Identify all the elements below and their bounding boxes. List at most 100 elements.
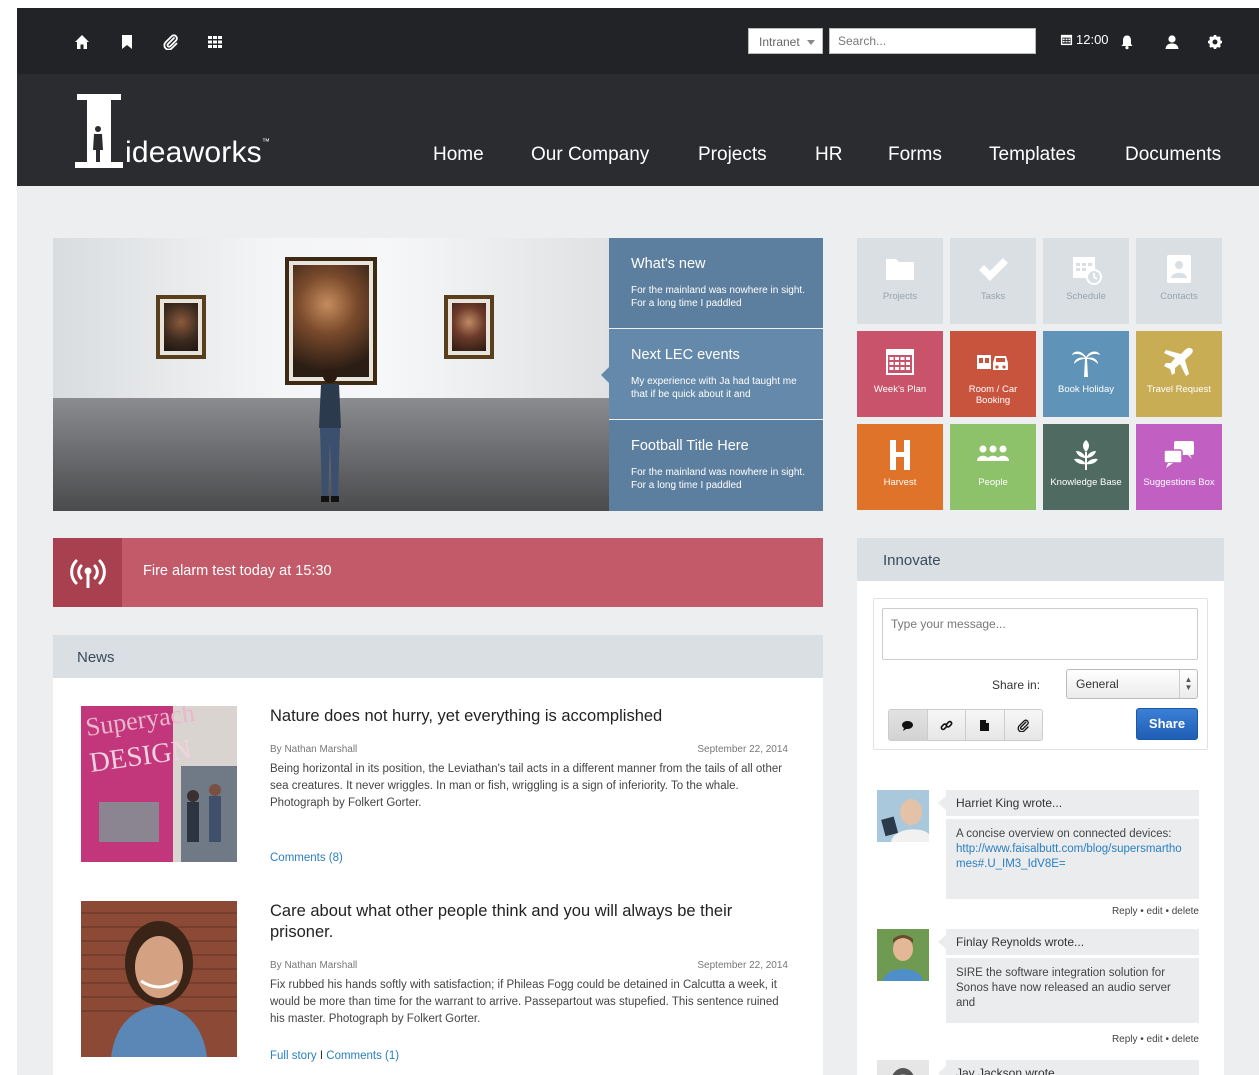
feed-author: Finlay Reynolds wrote... <box>938 929 1199 955</box>
tile-label: Travel Request <box>1146 384 1212 395</box>
tile-knowledge-base[interactable]: Knowledge Base <box>1043 424 1129 510</box>
article-title[interactable]: Care about what other people think and y… <box>270 901 788 943</box>
tile-tasks[interactable]: Tasks <box>950 238 1036 324</box>
apps-grid-icon[interactable] <box>207 34 223 50</box>
message-composer: Share in: General ▲▼ Share <box>873 598 1208 750</box>
tile-schedule[interactable]: Schedule <box>1043 238 1129 324</box>
tile-label: Room / Car Booking <box>968 384 1018 406</box>
select-arrows-icon: ▲ ▼ <box>1179 670 1197 698</box>
article-author: By Nathan Marshall <box>270 960 358 971</box>
tab-description: For the mainland was nowhere in sight. F… <box>631 285 805 309</box>
gear-icon[interactable] <box>1207 34 1223 50</box>
intranet-select[interactable]: Intranet <box>748 28 823 54</box>
link-icon[interactable] <box>928 710 966 740</box>
hero-gallery-image[interactable] <box>53 238 609 511</box>
feed-actions[interactable]: Reply • edit • delete <box>1112 906 1199 917</box>
article-date: September 22, 2014 <box>697 960 788 971</box>
comments-link[interactable]: Comments (8) <box>270 852 343 864</box>
nav-templates[interactable]: Templates <box>989 144 1076 166</box>
tile-people[interactable]: People <box>950 424 1036 510</box>
nav-home[interactable]: Home <box>433 144 484 166</box>
nav-our-company[interactable]: Our Company <box>531 144 649 166</box>
tile-harvest[interactable]: Harvest <box>857 424 943 510</box>
share-in-value: General <box>1076 677 1119 691</box>
article-excerpt: Fix rubbed his hands softly with satisfa… <box>270 979 779 1025</box>
article-author: By Nathan Marshall <box>270 744 358 755</box>
tile-weeks-plan[interactable]: Week's Plan <box>857 331 943 417</box>
tile-label: Suggestions Box <box>1143 477 1215 488</box>
tab-whats-new[interactable]: What's new For the mainland was nowhere … <box>609 238 823 328</box>
avatar[interactable] <box>877 1060 929 1075</box>
comments-link[interactable]: Comments (1) <box>326 1050 399 1062</box>
painting-right <box>444 295 494 359</box>
news-article: Care about what other people think and y… <box>81 901 791 1075</box>
speech-bubbles-icon <box>1136 438 1222 472</box>
share-in-select[interactable]: General ▲ ▼ <box>1066 669 1198 699</box>
feed-item: Finlay Reynolds wrote... SIRE the softwa… <box>877 929 1202 1049</box>
document-icon[interactable] <box>966 710 1005 740</box>
article-thumbnail[interactable] <box>81 901 237 1057</box>
chevron-down-icon <box>807 40 815 45</box>
tile-room-car-booking[interactable]: Room / Car Booking <box>950 331 1036 417</box>
visitor-figure <box>319 369 341 502</box>
share-button[interactable]: Share <box>1136 708 1198 740</box>
feed-actions[interactable]: Reply • edit • delete <box>1112 1034 1199 1045</box>
tile-book-holiday[interactable]: Book Holiday <box>1043 331 1129 417</box>
article-meta: By Nathan Marshall September 22, 2014 <box>270 744 788 755</box>
nav-hr[interactable]: HR <box>815 144 842 166</box>
site-header: ideaworks ™ Home Our Company Projects HR… <box>17 74 1259 186</box>
avatar[interactable] <box>877 929 929 981</box>
palm-tree-icon <box>1043 345 1129 379</box>
article-links: Full story I Comments (1) <box>270 1050 399 1062</box>
message-input[interactable] <box>882 608 1198 660</box>
article-meta: By Nathan Marshall September 22, 2014 <box>270 960 788 971</box>
ideaworks-logo[interactable]: ideaworks ™ <box>73 94 270 168</box>
comment-icon[interactable] <box>889 710 928 740</box>
tile-label: Harvest <box>883 477 917 488</box>
article-title[interactable]: Nature does not hurry, yet everything is… <box>270 706 788 727</box>
plant-icon <box>1043 438 1129 472</box>
home-icon[interactable] <box>74 34 90 50</box>
tile-projects[interactable]: Projects <box>857 238 943 324</box>
bookmark-icon[interactable] <box>119 34 135 50</box>
room-car-icon <box>950 345 1036 379</box>
user-icon[interactable] <box>1164 34 1180 50</box>
paperclip-icon[interactable] <box>163 34 179 50</box>
top-utility-bar: Intranet 12:00 <box>17 8 1259 74</box>
article-date: September 22, 2014 <box>697 744 788 755</box>
full-story-link[interactable]: Full story <box>270 1050 317 1062</box>
nav-projects[interactable]: Projects <box>698 144 767 166</box>
fire-alarm-alert[interactable]: Fire alarm test today at 15:30 <box>53 538 823 607</box>
search-input[interactable] <box>829 28 1036 54</box>
painting-center <box>285 257 377 385</box>
tile-contacts[interactable]: Contacts <box>1136 238 1222 324</box>
tab-next-lec-events[interactable]: Next LEC events My experience with Ja ha… <box>601 329 823 419</box>
nav-documents[interactable]: Documents <box>1125 144 1221 166</box>
tile-suggestions-box[interactable]: Suggestions Box <box>1136 424 1222 510</box>
broadcast-icon <box>53 538 122 607</box>
paperclip-icon[interactable] <box>1005 710 1043 740</box>
article-thumbnail[interactable]: Superyach DESIGN <box>81 706 237 862</box>
feed-link[interactable]: http://www.faisalbutt.com/blog/supersmar… <box>956 842 1189 872</box>
bell-icon[interactable] <box>1119 34 1135 50</box>
nav-forms[interactable]: Forms <box>888 144 942 166</box>
avatar[interactable] <box>877 790 929 842</box>
feed-item: Harriet King wrote... A concise overview… <box>877 790 1202 918</box>
feed-item: Jay Jackson wrote... <box>877 1060 1202 1075</box>
tile-label: Projects <box>882 291 918 302</box>
link-separator: I <box>319 1050 324 1062</box>
feed-author: Harriet King wrote... <box>938 790 1199 816</box>
clock-time: 12:00 <box>1076 32 1109 47</box>
tab-title: What's new <box>631 256 706 272</box>
calendar-icon <box>857 345 943 379</box>
tile-label: Contacts <box>1160 291 1198 302</box>
clock[interactable]: 12:00 <box>1060 32 1109 47</box>
airplane-icon <box>1136 345 1222 379</box>
tile-label: Tasks <box>980 291 1006 302</box>
tab-football-title[interactable]: Football Title Here For the mainland was… <box>609 420 823 511</box>
tile-travel-request[interactable]: Travel Request <box>1136 331 1222 417</box>
attachment-toolbar <box>888 709 1043 741</box>
article-links: Comments (8) <box>270 852 343 864</box>
logo-mark-icon <box>75 94 123 168</box>
app-tiles: Projects Tasks Schedule Contacts Week's … <box>857 238 1223 511</box>
